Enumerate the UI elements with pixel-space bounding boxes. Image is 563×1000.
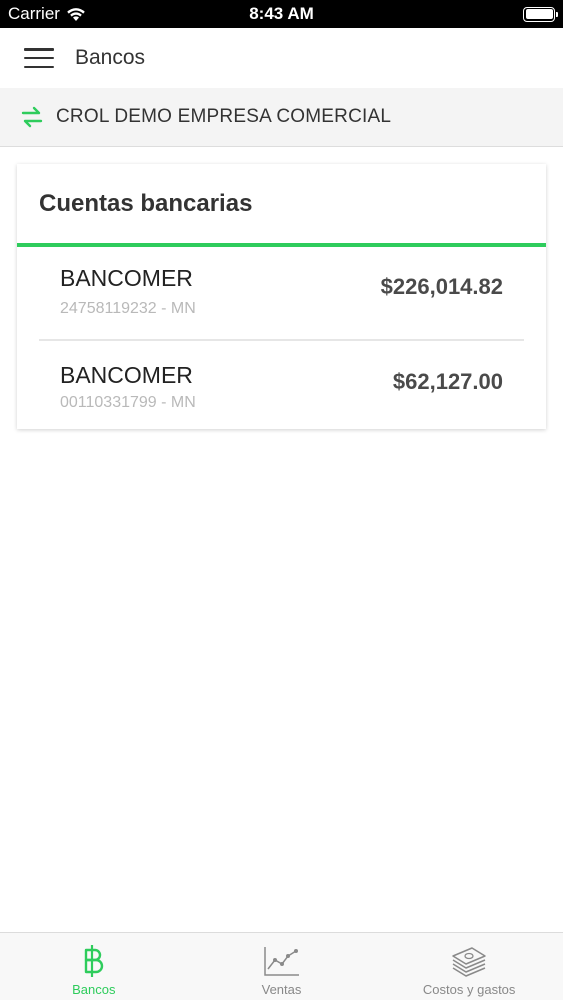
carrier-label: Carrier bbox=[8, 4, 60, 23]
bank-accounts-card: Cuentas bancarias BANCOMER 24758119232 -… bbox=[17, 164, 546, 429]
account-balance: $62,127.00 bbox=[392, 369, 503, 394]
status-bar: Carrier 8:43 AM bbox=[0, 0, 563, 28]
swap-arrows-icon bbox=[21, 106, 43, 128]
company-selector[interactable]: CROL DEMO EMPRESA COMERCIAL bbox=[0, 88, 563, 147]
app-bar: Bancos bbox=[0, 28, 563, 88]
status-left: Carrier bbox=[8, 4, 86, 24]
money-stack-icon bbox=[449, 943, 489, 979]
bank-name: BANCOMER bbox=[60, 362, 193, 388]
card-header: Cuentas bancarias bbox=[17, 164, 546, 247]
account-row[interactable]: BANCOMER 24758119232 - MN $226,014.82 bbox=[39, 247, 524, 339]
tab-label: Ventas bbox=[261, 982, 302, 997]
wifi-icon bbox=[67, 7, 85, 21]
baht-icon bbox=[74, 943, 114, 979]
line-chart-icon bbox=[262, 943, 302, 979]
card-title: Cuentas bancarias bbox=[39, 189, 253, 217]
bank-name: BANCOMER bbox=[60, 265, 193, 291]
page-title: Bancos bbox=[75, 46, 146, 69]
company-name: CROL DEMO EMPRESA COMERCIAL bbox=[56, 106, 392, 127]
tab-costos-y-gastos[interactable]: Costos y gastos bbox=[375, 933, 563, 1000]
battery-fill bbox=[525, 9, 553, 19]
battery-icon bbox=[523, 6, 558, 22]
account-row[interactable]: BANCOMER 00110331799 - MN $62,127.00 bbox=[39, 339, 524, 431]
tab-label: Bancos bbox=[72, 982, 116, 997]
hamburger-menu-icon[interactable] bbox=[24, 48, 54, 68]
account-number: 00110331799 - MN bbox=[60, 394, 196, 411]
account-number: 24758119232 - MN bbox=[60, 300, 196, 317]
account-balance: $226,014.82 bbox=[380, 274, 503, 299]
tab-bar: Bancos Ventas Costos y gastos bbox=[0, 932, 563, 1000]
tab-label: Costos y gastos bbox=[422, 982, 516, 997]
tab-bancos[interactable]: Bancos bbox=[0, 933, 188, 1000]
tab-ventas[interactable]: Ventas bbox=[188, 933, 376, 1000]
